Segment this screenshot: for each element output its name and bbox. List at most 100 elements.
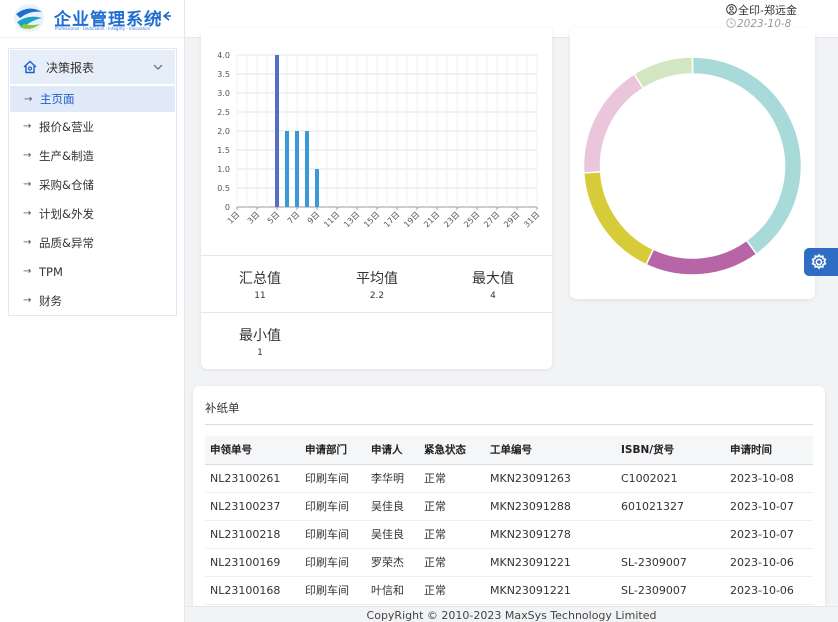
- table-cell: MKN23091278: [485, 520, 616, 549]
- table-row[interactable]: NL23100261 印刷车间 李华明 正常 MKN23091263 C1002…: [205, 464, 813, 493]
- x-tick-label: 7日: [286, 210, 302, 226]
- table-cell: [616, 520, 725, 549]
- table-row[interactable]: NL23100168 印刷车间 叶信和 正常 MKN23091221 SL-23…: [205, 576, 813, 605]
- collapse-sidebar-icon[interactable]: [157, 8, 173, 24]
- column-header[interactable]: 申请人: [366, 436, 419, 465]
- sidebar-item-production[interactable]: → 生产&制造: [9, 141, 176, 170]
- sidebar-item-finance[interactable]: → 财务: [9, 286, 176, 315]
- sidebar-item-label: 品质&异常: [39, 235, 94, 250]
- stat-avg-label: 平均值: [356, 271, 398, 287]
- x-tick-label: 5日: [266, 210, 282, 226]
- table-cell: 正常: [419, 520, 485, 549]
- donut-chart: [582, 56, 803, 276]
- column-header[interactable]: 申请部门: [300, 436, 366, 465]
- arrow-right-icon: →: [23, 121, 32, 132]
- footer: CopyRight © 2010-2023 MaxSys Technology …: [185, 606, 838, 622]
- nav-group-decision-reports[interactable]: 决策报表: [10, 50, 175, 84]
- x-tick-label: 21日: [422, 210, 441, 229]
- sidebar-item-quality[interactable]: → 品质&异常: [9, 228, 176, 257]
- divider: [201, 255, 552, 256]
- table-cell: MKN23091263: [485, 464, 616, 493]
- bar: [275, 55, 279, 207]
- nav-group-label: 决策报表: [46, 60, 95, 75]
- stat-avg-value: 2.2: [369, 291, 385, 301]
- user-menu[interactable]: 全印-郑远金: [726, 2, 797, 18]
- table-cell: C1002021: [616, 464, 725, 493]
- table-cell: 2023-10-07: [725, 492, 813, 521]
- column-header[interactable]: ISBN/货号: [616, 436, 725, 465]
- stat-max-value: 4: [490, 291, 496, 301]
- arrow-right-icon: →: [23, 208, 32, 219]
- stat-avg: 平均值 2.2: [327, 268, 427, 301]
- table-cell: 正常: [419, 576, 485, 605]
- table-cell: 正常: [419, 464, 485, 493]
- table-cell: 印刷车间: [300, 464, 366, 493]
- table-row[interactable]: NL23100169 印刷车间 罗荣杰 正常 MKN23091221 SL-23…: [205, 548, 813, 577]
- logo-area: 企业管理系统 Professional · Dedication · Integ…: [0, 0, 184, 38]
- donut-slice[interactable]: [691, 56, 803, 256]
- table-header-row: 申领单号 申请部门 申请人 紧急状态 工单编号 ISBN/货号 申请时间: [205, 436, 813, 465]
- table-cell: 印刷车间: [300, 520, 366, 549]
- arrow-right-icon: →: [23, 237, 32, 248]
- table-cell: 罗荣杰: [366, 548, 419, 577]
- x-tick-label: 1日: [226, 210, 242, 226]
- stat-sum: 汇总值 11: [210, 268, 310, 301]
- table-cell: 2023-10-07: [725, 520, 813, 549]
- column-header[interactable]: 申请时间: [725, 436, 813, 465]
- y-tick-label: 3.5: [217, 70, 230, 79]
- divider: [201, 312, 552, 313]
- x-tick-label: 27日: [482, 210, 501, 229]
- arrow-right-icon: →: [23, 179, 32, 190]
- arrow-right-icon: →: [23, 150, 32, 161]
- clock-icon: [726, 18, 736, 28]
- donut-slice[interactable]: [582, 170, 655, 266]
- bar: [315, 169, 319, 207]
- daily-bar-chart: 0 0.5 1.0 1.5 2.0 2.5 3.0 3.5 4.0 1日 3日 5日 7日 9日 11日 13…: [217, 51, 541, 229]
- bar-chart-card: 0 0.5 1.0 1.5 2.0 2.5 3.0 3.5 4.0 1日 3日 5日 7日 9日 11日 13…: [201, 28, 552, 369]
- table-cell: 吴佳良: [366, 492, 419, 521]
- app-subtitle: Professional · Dedication · Integrity · …: [55, 26, 151, 31]
- y-tick-label: 1.5: [217, 146, 230, 155]
- stat-max-label: 最大值: [472, 271, 514, 287]
- sidebar-item-label: 主页面: [40, 92, 75, 106]
- table-cell: 2023-10-08: [725, 464, 813, 493]
- stat-min: 最小值 1: [210, 325, 310, 358]
- y-tick-label: 4.0: [217, 51, 230, 60]
- y-tick-label: 3.0: [217, 89, 230, 98]
- column-header[interactable]: 紧急状态: [419, 436, 485, 465]
- sidebar-item-planning[interactable]: → 计划&外发: [9, 199, 176, 228]
- stat-max: 最大值 4: [443, 268, 543, 301]
- table-row[interactable]: NL23100237 印刷车间 吴佳良 正常 MKN23091288 60102…: [205, 492, 813, 521]
- table-cell: 李华明: [366, 464, 419, 493]
- arrow-right-icon: →: [24, 93, 33, 105]
- donut-slice[interactable]: [633, 56, 694, 90]
- y-tick-label: 0: [225, 203, 230, 212]
- sidebar-item-quote-sales[interactable]: → 报价&营业: [9, 112, 176, 141]
- sidebar-item-home[interactable]: → 主页面: [10, 86, 175, 112]
- sidebar-item-label: 采购&仓储: [39, 177, 94, 192]
- column-header[interactable]: 工单编号: [485, 436, 616, 465]
- column-header[interactable]: 申领单号: [205, 436, 300, 465]
- table-cell: 2023-10-06: [725, 576, 813, 605]
- user-name: 全印-郑远金: [738, 4, 797, 17]
- sidebar-item-tpm[interactable]: → TPM: [9, 257, 176, 286]
- table-cell: SL-2309007: [616, 548, 725, 577]
- table-cell: NL23100168: [205, 576, 300, 605]
- settings-button[interactable]: [804, 248, 838, 276]
- x-tick-label: 31日: [522, 210, 541, 229]
- table-cell: NL23100169: [205, 548, 300, 577]
- gear-icon: [811, 253, 827, 270]
- bar: [285, 131, 289, 207]
- table-cell: 正常: [419, 492, 485, 521]
- table-cell: NL23100218: [205, 520, 300, 549]
- table-row[interactable]: NL23100218 印刷车间 吴佳良 正常 MKN23091278 2023-…: [205, 520, 813, 549]
- table-cell: 吴佳良: [366, 520, 419, 549]
- donut-slice[interactable]: [645, 239, 758, 276]
- x-tick-label: 17日: [382, 210, 401, 229]
- sidebar-item-label: 财务: [39, 293, 62, 308]
- sidebar-item-label: 计划&外发: [39, 206, 94, 221]
- donut-slice[interactable]: [582, 72, 645, 174]
- y-tick-label: 2.0: [217, 127, 230, 136]
- x-tick-label: 3日: [246, 210, 262, 226]
- sidebar-item-purchase-warehouse[interactable]: → 采购&仓储: [9, 170, 176, 199]
